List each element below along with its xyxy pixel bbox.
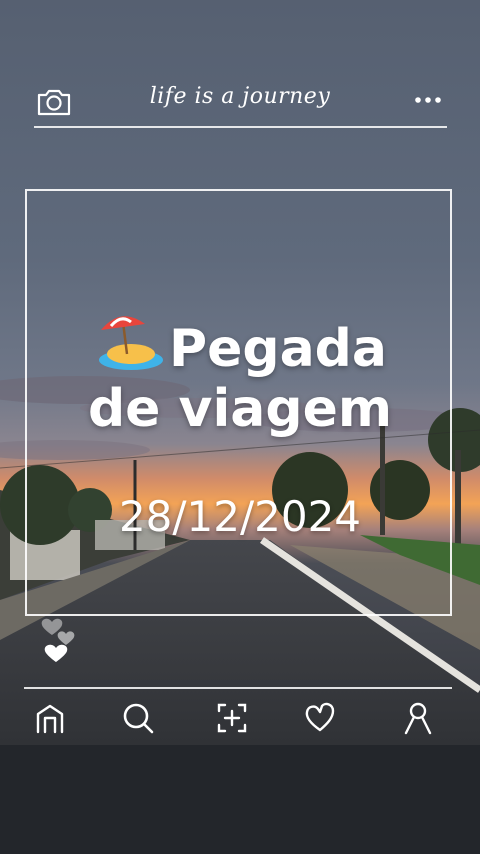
top-divider — [34, 126, 447, 128]
more-dots-icon[interactable] — [412, 90, 444, 110]
title-line-1: Pegada — [168, 319, 387, 379]
title-line-2: de viagem — [87, 379, 393, 439]
bottom-divider — [24, 687, 452, 689]
home-icon[interactable] — [30, 698, 70, 738]
top-bar: life is a journey — [0, 70, 480, 130]
add-post-icon[interactable] — [212, 698, 252, 738]
floating-hearts-icon — [36, 608, 84, 668]
post-date: 28/12/2024 — [118, 492, 362, 541]
tagline: life is a journey — [149, 84, 331, 109]
heart-icon[interactable] — [300, 698, 340, 738]
bottom-nav — [0, 694, 480, 744]
profile-icon[interactable] — [398, 698, 438, 738]
desert-island-emoji-icon — [93, 308, 165, 372]
search-icon[interactable] — [118, 698, 158, 738]
lower-area — [0, 745, 480, 854]
post-title: Pegada de viagem — [0, 308, 480, 439]
